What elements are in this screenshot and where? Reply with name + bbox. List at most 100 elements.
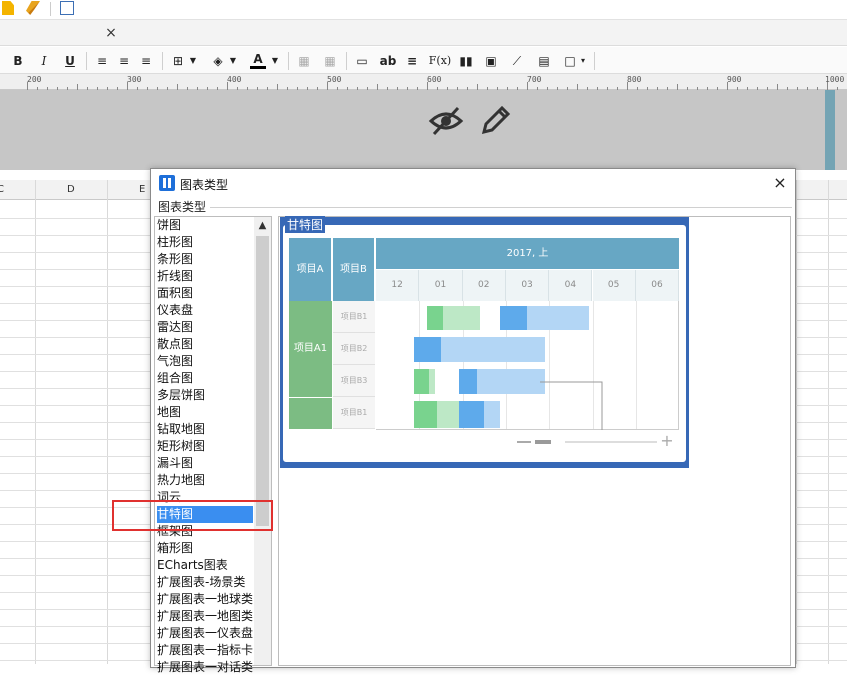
scroll-thumb[interactable] [256,236,269,526]
gantt-group-cont [289,398,332,429]
edit-icon[interactable] [480,104,512,136]
zoom-out-icon[interactable] [517,441,531,443]
insert-image-icon[interactable]: ▣ [483,51,499,71]
border-icon[interactable]: ⊞ [170,51,186,71]
gantt-month: 05 [592,270,636,301]
fill-color-icon[interactable]: ◈ [210,51,226,71]
grid-row-line [0,337,150,338]
zoom-handle[interactable] [535,440,551,444]
grid-row-line [796,439,847,440]
hide-icon[interactable] [428,104,464,138]
chart-type-item[interactable]: 钻取地图 [157,421,253,438]
chart-type-item[interactable]: ECharts图表 [157,557,253,574]
new-file-icon[interactable] [2,1,14,15]
gantt-bar [427,306,443,330]
column-header-e[interactable]: E [139,184,145,195]
grid-row-line [0,575,150,576]
italic-button[interactable]: I [36,51,52,71]
chart-type-item[interactable]: 饼图 [157,217,253,234]
align-right-icon[interactable]: ≡ [138,51,154,71]
insert-chart-icon[interactable]: ▮▮ [458,51,474,71]
chart-type-item[interactable]: 多层饼图 [157,387,253,404]
ruler-tick [827,82,828,90]
slash-icon[interactable]: ⟋ [509,51,525,71]
ruler-tick [227,82,228,90]
paragraph-icon[interactable]: ≡ [404,51,420,71]
gantt-bar [441,337,545,362]
grid-row-line [0,643,150,644]
gantt-header-a: 项目A [289,238,332,301]
formula-button[interactable]: F(x) [428,51,452,71]
zoom-in-icon[interactable]: + [660,433,674,449]
gantt-row-label: 项目B1 [333,397,375,429]
align-left-icon[interactable]: ≡ [94,51,110,71]
chart-type-item[interactable]: 气泡图 [157,353,253,370]
chart-type-item[interactable]: 漏斗图 [157,455,253,472]
chart-type-item[interactable]: 条形图 [157,251,253,268]
grid-row-line [0,320,150,321]
gantt-bar [484,401,500,428]
column-header-c[interactable]: C [0,184,4,195]
chart-type-item[interactable]: 雷达图 [157,319,253,336]
chart-type-item[interactable]: 箱形图 [157,540,253,557]
border-dropdown-icon[interactable]: ▼ [188,51,198,71]
preview-icon[interactable] [60,1,74,15]
dialog-title: 图表类型 [180,178,229,192]
quick-access-toolbar [0,0,847,20]
chart-type-item[interactable]: 折线图 [157,268,253,285]
grid-row-line [0,592,150,593]
grid-row-line [0,303,150,304]
chart-type-item[interactable]: 扩展图表一仪表盘 [157,625,253,642]
font-color-icon[interactable]: A [250,51,266,69]
shape-icon[interactable]: □ [562,51,578,71]
chart-type-item[interactable]: 散点图 [157,336,253,353]
chart-type-item[interactable]: 扩展图表一指标卡 [157,642,253,659]
chart-type-item[interactable]: 仪表盘 [157,302,253,319]
align-center-icon[interactable]: ≡ [116,51,132,71]
underline-button[interactable]: U [62,51,78,71]
shape-dropdown-icon[interactable]: ▾ [578,51,588,71]
chart-type-item[interactable]: 扩展图表-场景类 [157,574,253,591]
close-icon[interactable]: × [771,174,789,192]
gantt-row-label: 项目B2 [333,333,375,365]
toolbar-divider [50,2,51,16]
chart-type-item[interactable]: 柱形图 [157,234,253,251]
split-cells-icon[interactable]: ▦ [322,51,338,71]
chart-type-item[interactable]: 扩展图表一地图类 [157,608,253,625]
gantt-dependency-line [540,381,603,430]
toolbar-divider [288,52,289,70]
font-color-dropdown-icon[interactable]: ▼ [270,51,280,71]
chart-type-item[interactable]: 组合图 [157,370,253,387]
grid-row-line [0,252,150,253]
grid-row-line [796,354,847,355]
ruler-label: 900 [727,75,742,84]
chart-type-item[interactable]: 面积图 [157,285,253,302]
chart-type-item[interactable]: 地图 [157,404,253,421]
gantt-bar [414,369,429,394]
grid-row-line [0,388,150,389]
grid-row-line [0,235,150,236]
ruler-label: 400 [227,75,242,84]
chart-type-item[interactable]: 扩展图表一对话类 [157,659,253,676]
selection-highlight-box [112,500,273,531]
grid-row-line [796,626,847,627]
scroll-up-icon[interactable]: ▲ [254,217,271,234]
bold-button[interactable]: B [10,51,26,71]
format-painter-icon[interactable] [26,1,40,15]
text-style-button[interactable]: ab [378,51,398,71]
chart-type-item[interactable]: 热力地图 [157,472,253,489]
merge-cells-icon[interactable]: ▦ [296,51,312,71]
fill-color-dropdown-icon[interactable]: ▼ [228,51,238,71]
ruler-label: 300 [127,75,142,84]
tab-close-icon[interactable]: × [104,25,118,41]
chart-type-item[interactable]: 扩展图表一地球类 [157,591,253,608]
zoom-track[interactable] [565,441,657,443]
column-header-d[interactable]: D [67,184,75,195]
gantt-month: 03 [505,270,550,301]
grid-row-line [0,626,150,627]
ruler-tick [27,82,28,90]
form-icon[interactable]: ▤ [536,51,552,71]
toolbar-divider [86,52,87,70]
chart-type-item[interactable]: 矩形树图 [157,438,253,455]
insert-row-icon[interactable]: ▭ [354,51,370,71]
